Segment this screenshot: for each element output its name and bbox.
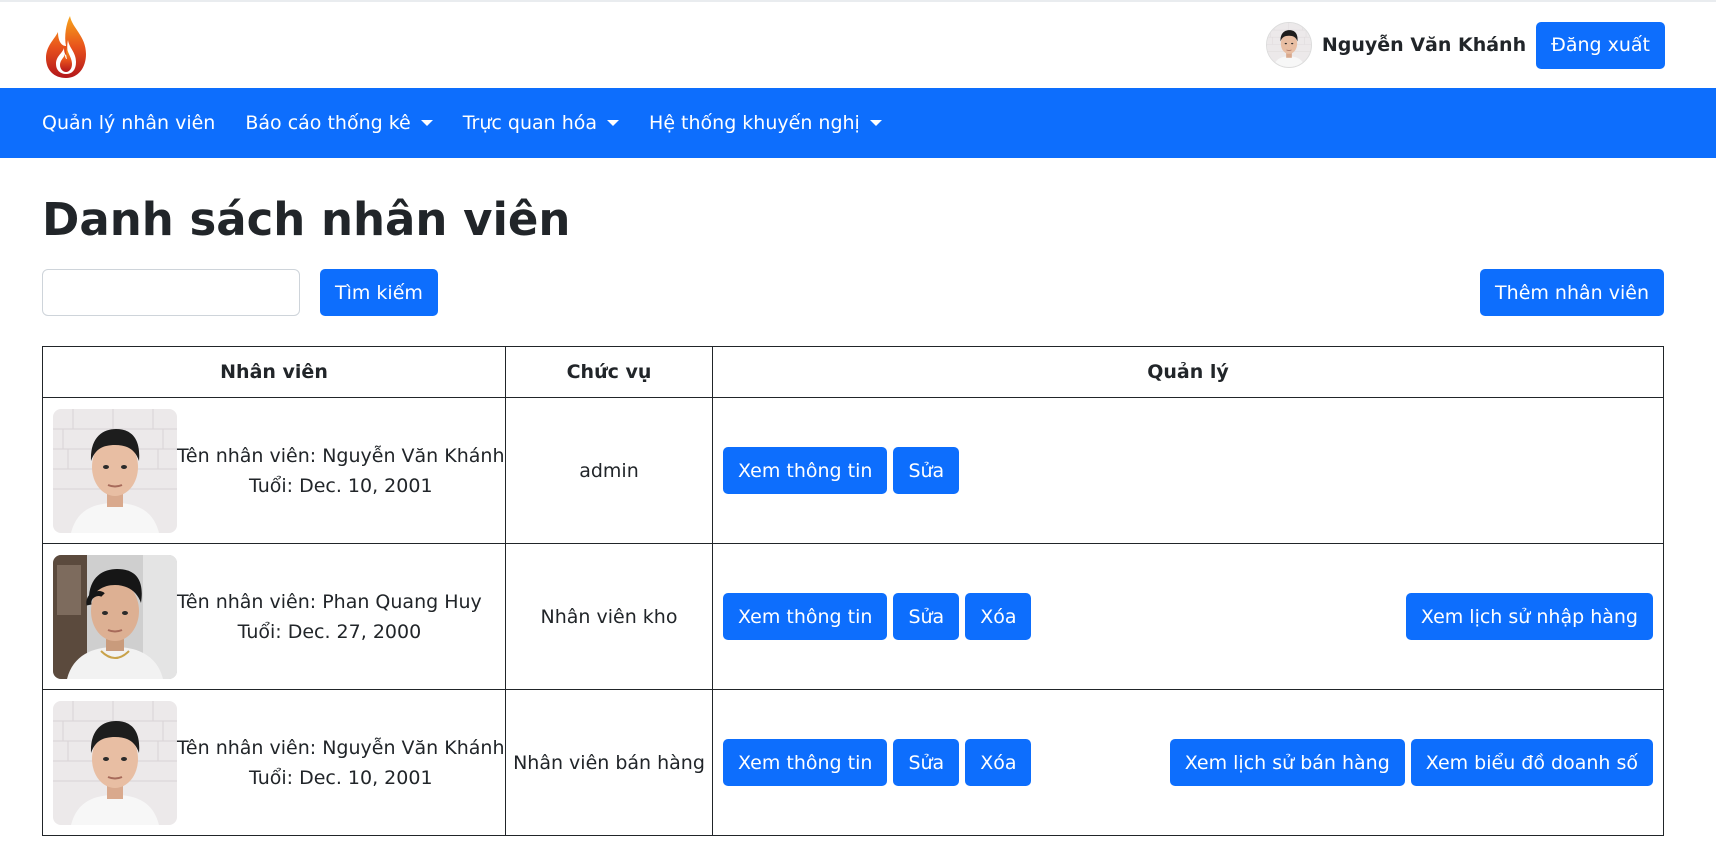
actions-cell: Xem thông tin Sửa Xóa Xem lịch sử nhập h… [712, 543, 1664, 690]
employee-age: Tuổi: Dec. 10, 2001 [248, 766, 433, 789]
employee-age: Tuổi: Dec. 27, 2000 [237, 620, 422, 643]
employee-name: Tên nhân viên: Nguyễn Văn Khánh [177, 736, 505, 759]
nav-item-label: Quản lý nhân viên [42, 112, 216, 134]
column-header-management: Quản lý [712, 346, 1664, 398]
caret-down-icon [607, 120, 620, 126]
employee-role: Nhân viên kho [505, 543, 713, 690]
nav-item-reports[interactable]: Báo cáo thống kê [245, 112, 433, 134]
nav-item-recommendation-system[interactable]: Hệ thống khuyến nghị [649, 112, 882, 134]
employee-age: Tuổi: Dec. 10, 2001 [248, 474, 433, 497]
table-row: Tên nhân viên: Nguyễn Văn Khánh Tuổi: De… [42, 397, 1664, 544]
employee-cell: Tên nhân viên: Phan Quang Huy Tuổi: Dec.… [42, 543, 506, 690]
nav-item-visualization[interactable]: Trực quan hóa [462, 112, 620, 134]
edit-button[interactable]: Sửa [893, 739, 960, 786]
employee-cell: Tên nhân viên: Nguyễn Văn Khánh Tuổi: De… [42, 689, 506, 836]
table-row: Tên nhân viên: Phan Quang Huy Tuổi: Dec.… [42, 543, 1664, 690]
main-navbar: Quản lý nhân viên Báo cáo thống kê Trực … [0, 88, 1716, 158]
employee-photo [53, 408, 177, 533]
sales-history-button[interactable]: Xem lịch sử bán hàng [1169, 739, 1405, 786]
employee-role: Nhân viên bán hàng [505, 689, 713, 836]
page-title: Danh sách nhân viên [42, 193, 571, 246]
user-panel: Nguyễn Văn Khánh Đăng xuất [1265, 21, 1665, 69]
edit-button[interactable]: Sửa [893, 447, 960, 494]
employee-name: Tên nhân viên: Phan Quang Huy [177, 590, 482, 613]
logout-button[interactable]: Đăng xuất [1536, 21, 1665, 69]
view-info-button[interactable]: Xem thông tin [723, 447, 888, 494]
edit-button[interactable]: Sửa [893, 593, 960, 640]
toolbar: Tìm kiếm Thêm nhân viên [42, 269, 1664, 316]
nav-item-label: Báo cáo thống kê [245, 112, 411, 134]
table-row: Tên nhân viên: Nguyễn Văn Khánh Tuổi: De… [42, 689, 1664, 836]
nav-item-label: Hệ thống khuyến nghị [649, 112, 860, 134]
actions-cell: Xem thông tin Sửa [712, 397, 1664, 544]
sales-chart-button[interactable]: Xem biểu đồ doanh số [1410, 739, 1653, 786]
actions-cell: Xem thông tin Sửa Xóa Xem lịch sử bán hà… [712, 689, 1664, 836]
employee-photo [53, 700, 177, 825]
flame-logo-icon[interactable] [42, 14, 94, 80]
site-header: Nguyễn Văn Khánh Đăng xuất [0, 2, 1716, 88]
nav-item-employee-management[interactable]: Quản lý nhân viên [42, 112, 215, 134]
view-info-button[interactable]: Xem thông tin [723, 739, 888, 786]
employee-photo [53, 555, 177, 679]
delete-button[interactable]: Xóa [965, 593, 1032, 640]
caret-down-icon [869, 120, 882, 126]
nav-item-label: Trực quan hóa [462, 112, 598, 134]
import-history-button[interactable]: Xem lịch sử nhập hàng [1405, 593, 1653, 640]
table-header-row: Nhân viên Chức vụ Quản lý [42, 346, 1664, 398]
main-content: Danh sách nhân viên Tìm kiếm Thêm nhân v… [0, 193, 1716, 836]
username: Nguyễn Văn Khánh [1321, 34, 1527, 56]
search-button[interactable]: Tìm kiếm [320, 269, 438, 316]
delete-button[interactable]: Xóa [965, 739, 1032, 786]
caret-down-icon [420, 120, 433, 126]
employee-table: Nhân viên Chức vụ Quản lý Tên nhân viên:… [42, 346, 1664, 836]
column-header-employee: Nhân viên [42, 346, 506, 398]
add-employee-button[interactable]: Thêm nhân viên [1480, 269, 1664, 316]
employee-name: Tên nhân viên: Nguyễn Văn Khánh [177, 444, 505, 467]
column-header-position: Chức vụ [505, 346, 713, 398]
employee-cell: Tên nhân viên: Nguyễn Văn Khánh Tuổi: De… [42, 397, 506, 544]
avatar[interactable] [1265, 22, 1312, 68]
view-info-button[interactable]: Xem thông tin [723, 593, 888, 640]
search-input[interactable] [42, 269, 300, 316]
